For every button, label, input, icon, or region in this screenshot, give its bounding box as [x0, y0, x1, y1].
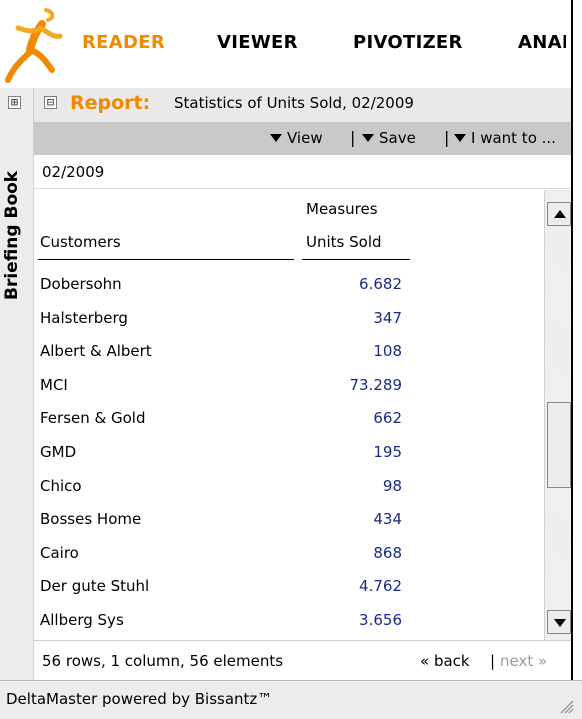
- report-header: ⊟ Report: Statistics of Units Sold, 02/2…: [34, 88, 572, 122]
- status-bar: DeltaMaster powered by Bissantz™: [0, 680, 582, 719]
- customers-header[interactable]: Customers: [40, 233, 121, 251]
- customer-cell[interactable]: Der gute Stuhl: [40, 577, 149, 595]
- customer-cell[interactable]: Fersen & Gold: [40, 409, 145, 427]
- customer-cell[interactable]: Dobersohn: [40, 275, 122, 293]
- customer-cell[interactable]: Halsterberg: [40, 309, 128, 327]
- dropdown-triangle-icon: [454, 134, 466, 142]
- customer-cell[interactable]: Allberg Sys: [40, 611, 124, 629]
- view-menu-button[interactable]: View: [270, 129, 323, 147]
- plus-box-icon[interactable]: ⊞: [8, 96, 21, 109]
- scrollbar-thumb[interactable]: [547, 402, 571, 488]
- toolbar-separator: |: [444, 128, 450, 147]
- units-sold-header[interactable]: Units Sold: [306, 233, 382, 251]
- table-row[interactable]: Bosses Home 434: [34, 504, 544, 537]
- report-table: Measures Customers Units Sold Dobersohn 6…: [34, 190, 544, 640]
- table-row[interactable]: Dobersohn 6.682: [34, 269, 544, 302]
- resize-grip-icon[interactable]: [558, 698, 574, 714]
- units-sold-cell[interactable]: 6.682: [359, 275, 402, 293]
- units-sold-cell[interactable]: 868: [373, 544, 402, 562]
- measures-header: Measures: [306, 200, 378, 218]
- table-row[interactable]: Der gute Stuhl 4.762: [34, 571, 544, 604]
- view-label: View: [287, 129, 323, 147]
- units-sold-cell[interactable]: 662: [373, 409, 402, 427]
- table-row[interactable]: Allberg Sys 3.656: [34, 605, 544, 638]
- report-label: Report:: [70, 92, 151, 114]
- window-border: [571, 88, 573, 680]
- units-sold-cell[interactable]: 3.656: [359, 611, 402, 629]
- toolbar-separator: |: [350, 128, 356, 147]
- customer-cell[interactable]: MCI: [40, 376, 68, 394]
- units-sold-cell[interactable]: 98: [383, 477, 402, 495]
- arrow-down-icon: [554, 619, 566, 627]
- units-sold-cell[interactable]: 195: [373, 443, 402, 461]
- minus-box-icon[interactable]: ⊟: [44, 96, 57, 109]
- row-count-summary: 56 rows, 1 column, 56 elements: [42, 652, 284, 670]
- dropdown-triangle-icon: [270, 134, 282, 142]
- save-label: Save: [379, 129, 416, 147]
- customer-cell[interactable]: Chico: [40, 477, 82, 495]
- next-link: next »: [500, 652, 548, 670]
- window-border: [571, 0, 573, 88]
- units-sold-cell[interactable]: 434: [373, 510, 402, 528]
- i-want-to-menu-button[interactable]: I want to ...: [454, 129, 556, 147]
- table-row[interactable]: Albert & Albert 108: [34, 336, 544, 369]
- units-sold-cell[interactable]: 4.762: [359, 577, 402, 595]
- table-row[interactable]: Chico 98: [34, 471, 544, 504]
- table-row[interactable]: Halsterberg 347: [34, 303, 544, 336]
- period-value: 02/2009: [42, 163, 105, 181]
- runner-logo-icon: [5, 8, 63, 83]
- nav-reader[interactable]: READER: [82, 32, 165, 53]
- table-row[interactable]: GMD 195: [34, 437, 544, 470]
- nav-viewer[interactable]: VIEWER: [217, 32, 298, 53]
- table-row[interactable]: Cairo 868: [34, 538, 544, 571]
- top-navigation: READER VIEWER PIVOTIZER ANAL: [0, 0, 582, 88]
- briefing-book-label: Briefing Book: [2, 170, 22, 300]
- customer-cell[interactable]: GMD: [40, 443, 76, 461]
- pager-separator: |: [490, 652, 496, 670]
- header-underline: [302, 259, 410, 260]
- customer-cell[interactable]: Albert & Albert: [40, 342, 152, 360]
- units-sold-cell[interactable]: 347: [373, 309, 402, 327]
- table-footer: 56 rows, 1 column, 56 elements « back | …: [34, 640, 572, 680]
- table-row[interactable]: MCI 73.289: [34, 370, 544, 403]
- save-menu-button[interactable]: Save: [362, 129, 416, 147]
- customer-cell[interactable]: Cairo: [40, 544, 79, 562]
- period-filter[interactable]: 02/2009: [34, 155, 572, 189]
- units-sold-cell[interactable]: 73.289: [350, 376, 403, 394]
- scroll-down-icon[interactable]: [547, 610, 571, 634]
- back-link[interactable]: « back: [420, 652, 470, 670]
- report-toolbar: View | Save | I want to ...: [34, 122, 572, 155]
- table-row[interactable]: Fersen & Gold 662: [34, 403, 544, 436]
- scroll-up-icon[interactable]: [547, 202, 571, 226]
- report-title: Statistics of Units Sold, 02/2009: [174, 94, 414, 112]
- header-underline: [38, 259, 294, 260]
- nav-pivotizer[interactable]: PIVOTIZER: [353, 32, 463, 53]
- nav-analyzer[interactable]: ANAL: [518, 32, 566, 53]
- i-want-to-label: I want to ...: [471, 129, 556, 147]
- units-sold-cell[interactable]: 108: [373, 342, 402, 360]
- status-text: DeltaMaster powered by Bissantz™: [6, 690, 273, 708]
- dropdown-triangle-icon: [362, 134, 374, 142]
- customer-cell[interactable]: Bosses Home: [40, 510, 141, 528]
- arrow-up-icon: [554, 210, 566, 218]
- vertical-scrollbar[interactable]: [544, 190, 572, 640]
